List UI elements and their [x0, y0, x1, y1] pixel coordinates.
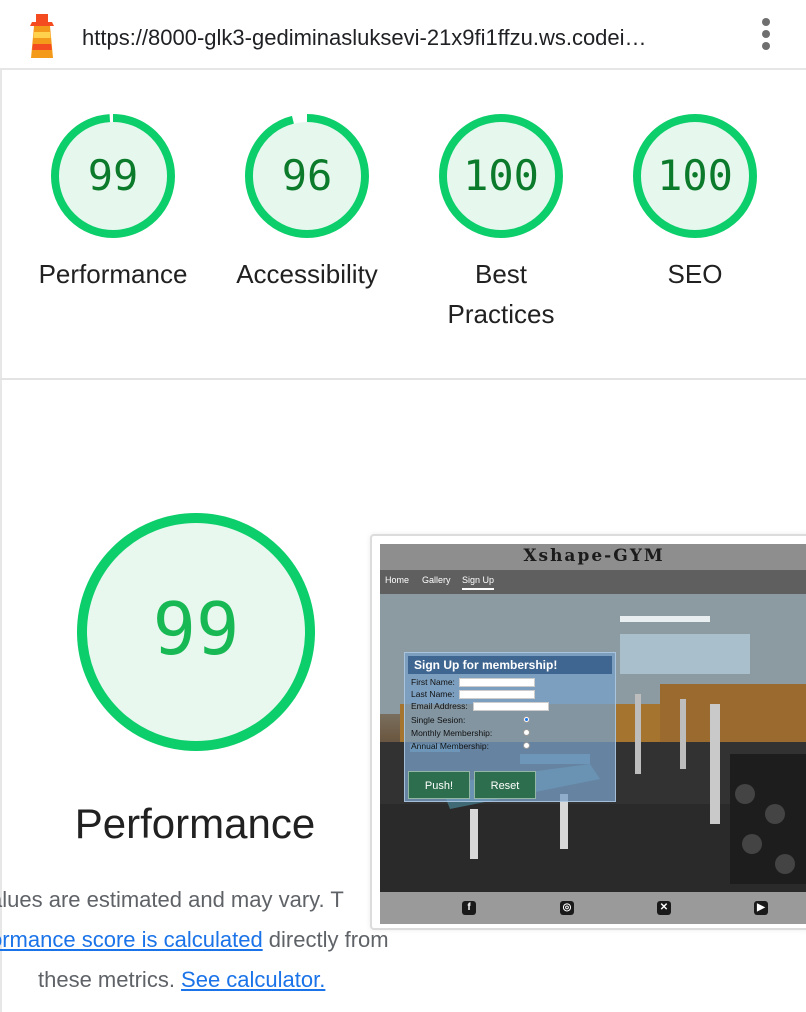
- youtube-icon[interactable]: ▶: [754, 901, 768, 915]
- gauge-label: Performance: [38, 259, 188, 289]
- gauge-ring: 99: [51, 114, 175, 238]
- push-button[interactable]: Push!: [408, 771, 470, 799]
- performance-gauge-large: 99: [77, 513, 315, 751]
- gauge-score: 100: [463, 151, 539, 200]
- gauge-ring: 100: [439, 114, 563, 238]
- reset-button[interactable]: Reset: [474, 771, 536, 799]
- gauge-ring: 100: [633, 114, 757, 238]
- gym-photo: Sign Up for membership! First Name: Last…: [380, 594, 806, 892]
- site-nav: Home Gallery Sign Up: [380, 570, 806, 594]
- nav-gallery[interactable]: Gallery: [422, 575, 451, 585]
- site-title: Xshape-GYM: [523, 546, 665, 566]
- annual-label: Annual Membership:: [411, 741, 489, 751]
- x-icon[interactable]: ✕: [657, 901, 671, 915]
- gauge-score: 99: [88, 151, 139, 200]
- site-footer: f ◎ ✕ ▶: [380, 892, 806, 924]
- site-preview: Xshape-GYM Home Gallery Sign Up Sign Up …: [380, 544, 806, 924]
- score-calculation-link[interactable]: ormance score is calculated: [0, 927, 263, 952]
- kebab-menu-icon[interactable]: [756, 18, 776, 56]
- performance-score: 99: [153, 587, 240, 671]
- gauge-label: SEO: [667, 259, 723, 289]
- last-name-label: Last Name:: [411, 689, 455, 699]
- gauge-label: Best Practices: [447, 259, 555, 329]
- lighthouse-icon: [30, 14, 54, 58]
- instagram-icon[interactable]: ◎: [560, 901, 574, 915]
- monthly-radio[interactable]: [523, 729, 530, 736]
- facebook-icon[interactable]: f: [462, 901, 476, 915]
- first-name-input[interactable]: [459, 678, 535, 687]
- form-title: Sign Up for membership!: [408, 656, 612, 674]
- description-line: these metrics. See calculator.: [38, 960, 325, 1000]
- gauge-label: Accessibility: [236, 259, 378, 289]
- final-screenshot[interactable]: Xshape-GYM Home Gallery Sign Up Sign Up …: [370, 534, 806, 930]
- nav-home[interactable]: Home: [385, 575, 409, 585]
- first-name-label: First Name:: [411, 677, 455, 687]
- description-line: ormance score is calculated directly fro…: [0, 920, 389, 960]
- email-input[interactable]: [473, 702, 549, 711]
- performance-section: 99 Performance alues are estimated and m…: [0, 380, 806, 1012]
- single-session-label: Single Sesion:: [411, 715, 466, 725]
- gauge-seo[interactable]: 100 SEO: [605, 110, 785, 294]
- address-bar: https://8000-glk3-gediminasluksevi-21x9f…: [0, 0, 806, 70]
- gauge-ring: 96: [245, 114, 369, 238]
- email-label: Email Address:: [411, 701, 468, 711]
- single-session-radio[interactable]: [523, 716, 530, 723]
- category-gauges: 99 Performance 96 Accessibility 100 Best Pr…: [0, 70, 806, 380]
- gauge-accessibility[interactable]: 96 Accessibility: [217, 110, 397, 294]
- description-line: alues are estimated and may vary. T: [0, 887, 344, 912]
- see-calculator-link[interactable]: See calculator.: [181, 967, 325, 992]
- description-text: these metrics.: [38, 967, 182, 992]
- annual-radio[interactable]: [523, 742, 530, 749]
- nav-sign-up[interactable]: Sign Up: [462, 575, 495, 590]
- monthly-label: Monthly Membership:: [411, 728, 493, 738]
- signup-form: Sign Up for membership! First Name: Last…: [404, 652, 616, 802]
- gauge-performance[interactable]: 99 Performance: [23, 110, 203, 294]
- gauge-best-practices[interactable]: 100 Best Practices: [411, 110, 591, 334]
- description-text: directly from: [262, 927, 389, 952]
- last-name-input[interactable]: [459, 690, 535, 699]
- performance-title: Performance: [74, 800, 316, 847]
- site-header: Xshape-GYM: [380, 544, 806, 570]
- gauge-score: 96: [282, 151, 333, 200]
- url-text[interactable]: https://8000-glk3-gediminasluksevi-21x9f…: [82, 25, 722, 51]
- gauge-score: 100: [657, 151, 733, 200]
